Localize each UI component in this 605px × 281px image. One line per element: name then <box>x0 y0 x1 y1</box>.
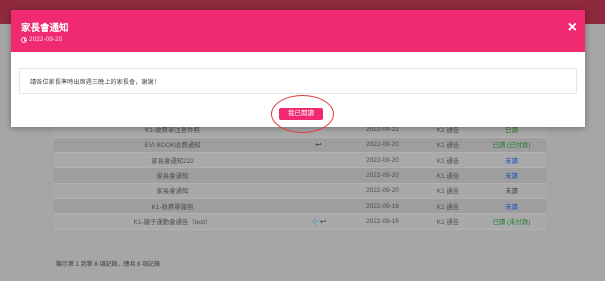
table-row[interactable]: 家長會通知222 2022-09-20 K1 通告 未讀 <box>54 152 546 169</box>
modal-body: 請各位家長準時出席週三晚上的家長會，謝謝！ <box>19 68 577 94</box>
table-row[interactable]: 家長會通知 2022-09-20 K1 通告 未讀 <box>54 167 546 184</box>
notice-type: K1 通告 <box>419 213 477 230</box>
notice-modal: 家長會通知 2022-09-20 × 請各位家長準時出席週三晚上的家長會，謝謝！… <box>11 10 585 133</box>
notice-status: 已讀 (已付款) <box>477 137 546 154</box>
notice-status: 未讀 <box>477 183 546 199</box>
clock-icon <box>21 36 27 43</box>
notice-status: 未讀 <box>477 167 546 184</box>
read-confirm-button[interactable]: 我已閱讀 <box>279 108 323 120</box>
notice-title: K1-收費單簽照 <box>54 198 291 215</box>
notice-type: K1 通告 <box>419 198 477 215</box>
notice-icons <box>291 198 346 215</box>
table-row[interactable]: 家長會通知 2022-09-20 K1 通告 未讀 <box>54 183 546 199</box>
notice-title: 家長會通知 <box>54 167 291 184</box>
notice-type: K1 通告 <box>419 137 477 154</box>
notice-type: K1 通告 <box>419 183 477 199</box>
table-summary: 顯示第 1 到第 8 項記錄，總共 8 項記錄 <box>56 262 161 268</box>
reply-icon: ↩ <box>291 137 346 154</box>
notice-title: K1-親子運動會通告（test） <box>54 213 291 230</box>
notice-title: EVI BOOK收費通知 <box>54 137 291 154</box>
notice-icons <box>291 183 346 199</box>
notice-type: K1 通告 <box>419 152 477 169</box>
notice-date: 2022-09-20 <box>346 137 419 154</box>
notice-date: 2022-09-16 <box>346 213 419 230</box>
notice-date: 2022-09-20 <box>346 167 419 184</box>
notices-table: K1-收費單注意件照 2022-09-21 K1 通告 已讀 EVI BOOK收… <box>54 122 546 230</box>
notice-type: K1 通告 <box>419 167 477 184</box>
notice-status: 已讀 (未付款) <box>477 213 546 230</box>
notice-date: 2022-09-16 <box>346 198 419 215</box>
modal-title: 家長會通知 <box>21 23 69 34</box>
close-icon[interactable]: × <box>568 20 577 36</box>
notice-icons <box>291 167 346 184</box>
modal-date-row: 2022-09-20 <box>21 36 62 43</box>
notice-status: 未讀 <box>477 152 546 169</box>
notice-date: 2022-09-20 <box>346 183 419 199</box>
table-row[interactable]: K1-親子運動會通告（test） 📎↩ 2022-09-16 K1 通告 已讀 … <box>54 213 546 230</box>
table-row[interactable]: EVI BOOK收費通知 ↩ 2022-09-20 K1 通告 已讀 (已付款) <box>54 137 546 154</box>
modal-message: 請各位家長準時出席週三晚上的家長會，謝謝！ <box>30 79 160 86</box>
attachment-reply-icon: 📎↩ <box>291 213 346 230</box>
modal-date: 2022-09-20 <box>29 36 63 43</box>
table-row[interactable]: K1-收費單簽照 2022-09-16 K1 通告 未讀 <box>54 198 546 215</box>
notice-title: 家長會通知 <box>54 183 291 199</box>
notice-status: 未讀 <box>477 198 546 215</box>
modal-header: 家長會通知 2022-09-20 × <box>11 10 585 52</box>
notice-icons <box>291 152 346 169</box>
notice-title: 家長會通知222 <box>54 152 291 169</box>
modal-footer: 我已閱讀 <box>11 94 585 133</box>
notice-date: 2022-09-20 <box>346 152 419 169</box>
